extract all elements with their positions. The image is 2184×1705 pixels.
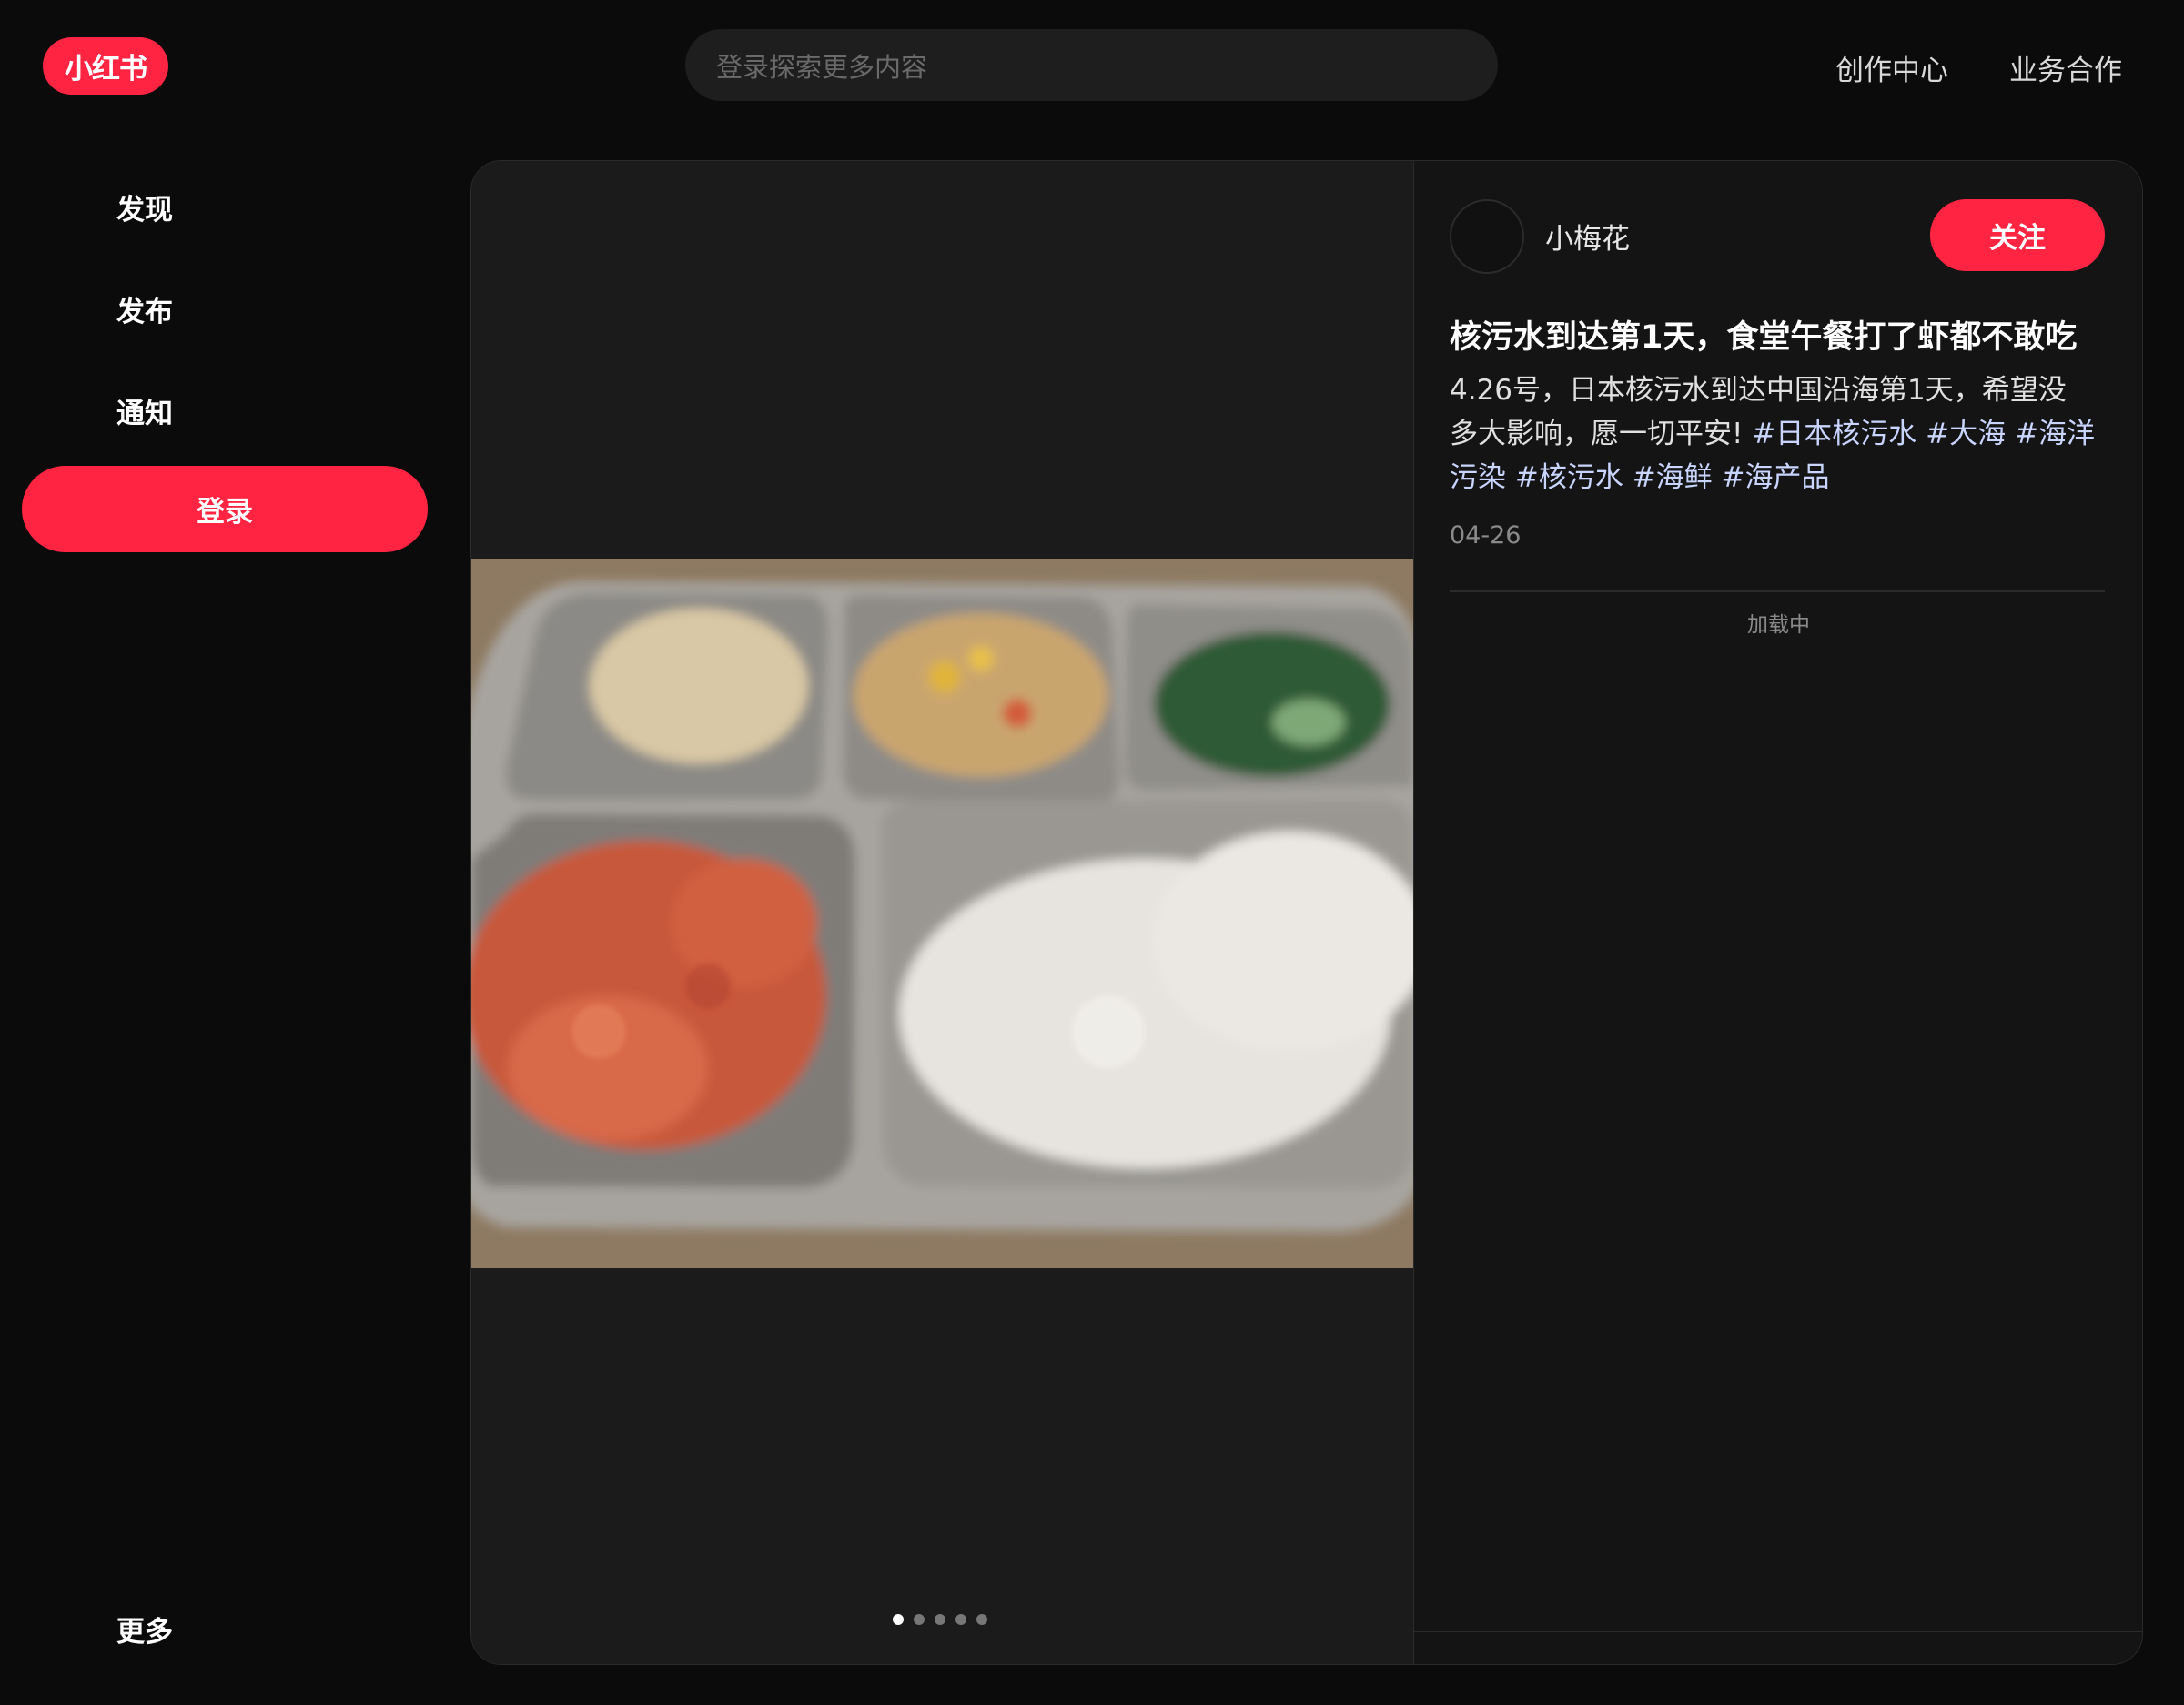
note-image-viewer[interactable] xyxy=(471,161,1413,1664)
pagination-dot[interactable] xyxy=(893,1614,904,1625)
note-description-line: 4.26号，日本核污水到达中国沿海第1天，希望没 xyxy=(1450,374,2067,407)
note-date: 04-26 xyxy=(1450,521,1522,550)
hashtag-link[interactable]: #海鲜 xyxy=(1633,461,1713,494)
note-title: 核污水到达第1天，食堂午餐打了虾都不敢吃 xyxy=(1450,319,2078,356)
divider xyxy=(1450,590,2105,592)
pagination-dot[interactable] xyxy=(914,1614,925,1625)
search-input[interactable]: 登录探索更多内容 xyxy=(685,29,1498,101)
login-button[interactable]: 登录 xyxy=(22,466,428,552)
hashtag-link[interactable]: #核污水 xyxy=(1515,461,1623,494)
pagination-dot[interactable] xyxy=(976,1614,987,1625)
follow-button[interactable]: 关注 xyxy=(1930,199,2105,271)
business-cooperation-link[interactable]: 业务合作 xyxy=(2009,47,2122,88)
sidebar-item-discover[interactable]: 发现 xyxy=(116,187,173,227)
divider xyxy=(1414,1631,2142,1632)
author-name[interactable]: 小梅花 xyxy=(1545,216,1630,257)
note-description: 4.26号，日本核污水到达中国沿海第1天，希望没 多大影响，愿一切平安! #日本… xyxy=(1450,368,2114,499)
image-pagination[interactable] xyxy=(893,1614,987,1625)
pagination-dot[interactable] xyxy=(956,1614,966,1625)
sidebar-item-publish[interactable]: 发布 xyxy=(116,288,173,329)
note-info-panel: 小梅花 关注 核污水到达第1天，食堂午餐打了虾都不敢吃 4.26号，日本核污水到… xyxy=(1413,161,2142,1664)
note-detail-card: 小梅花 关注 核污水到达第1天，食堂午餐打了虾都不敢吃 4.26号，日本核污水到… xyxy=(470,160,2143,1665)
hashtag-link[interactable]: #海产品 xyxy=(1722,461,1830,494)
author-avatar[interactable] xyxy=(1450,199,1524,274)
search-placeholder: 登录探索更多内容 xyxy=(716,51,928,83)
sidebar-item-more[interactable]: 更多 xyxy=(116,1609,173,1650)
creator-center-link[interactable]: 创作中心 xyxy=(1835,47,1948,88)
hashtag-link[interactable]: #日本核污水 xyxy=(1752,418,1916,450)
lunch-tray-photo xyxy=(471,559,1413,1268)
comments-loading: 加载中 xyxy=(1747,613,1810,637)
sidebar-item-notifications[interactable]: 通知 xyxy=(116,390,173,431)
hashtag-link[interactable]: #大海 xyxy=(1926,418,2006,450)
xiaohongshu-logo[interactable]: 小红书 xyxy=(43,37,168,95)
pagination-dot[interactable] xyxy=(935,1614,945,1625)
note-description-text: 多大影响，愿一切平安! xyxy=(1450,418,1753,450)
